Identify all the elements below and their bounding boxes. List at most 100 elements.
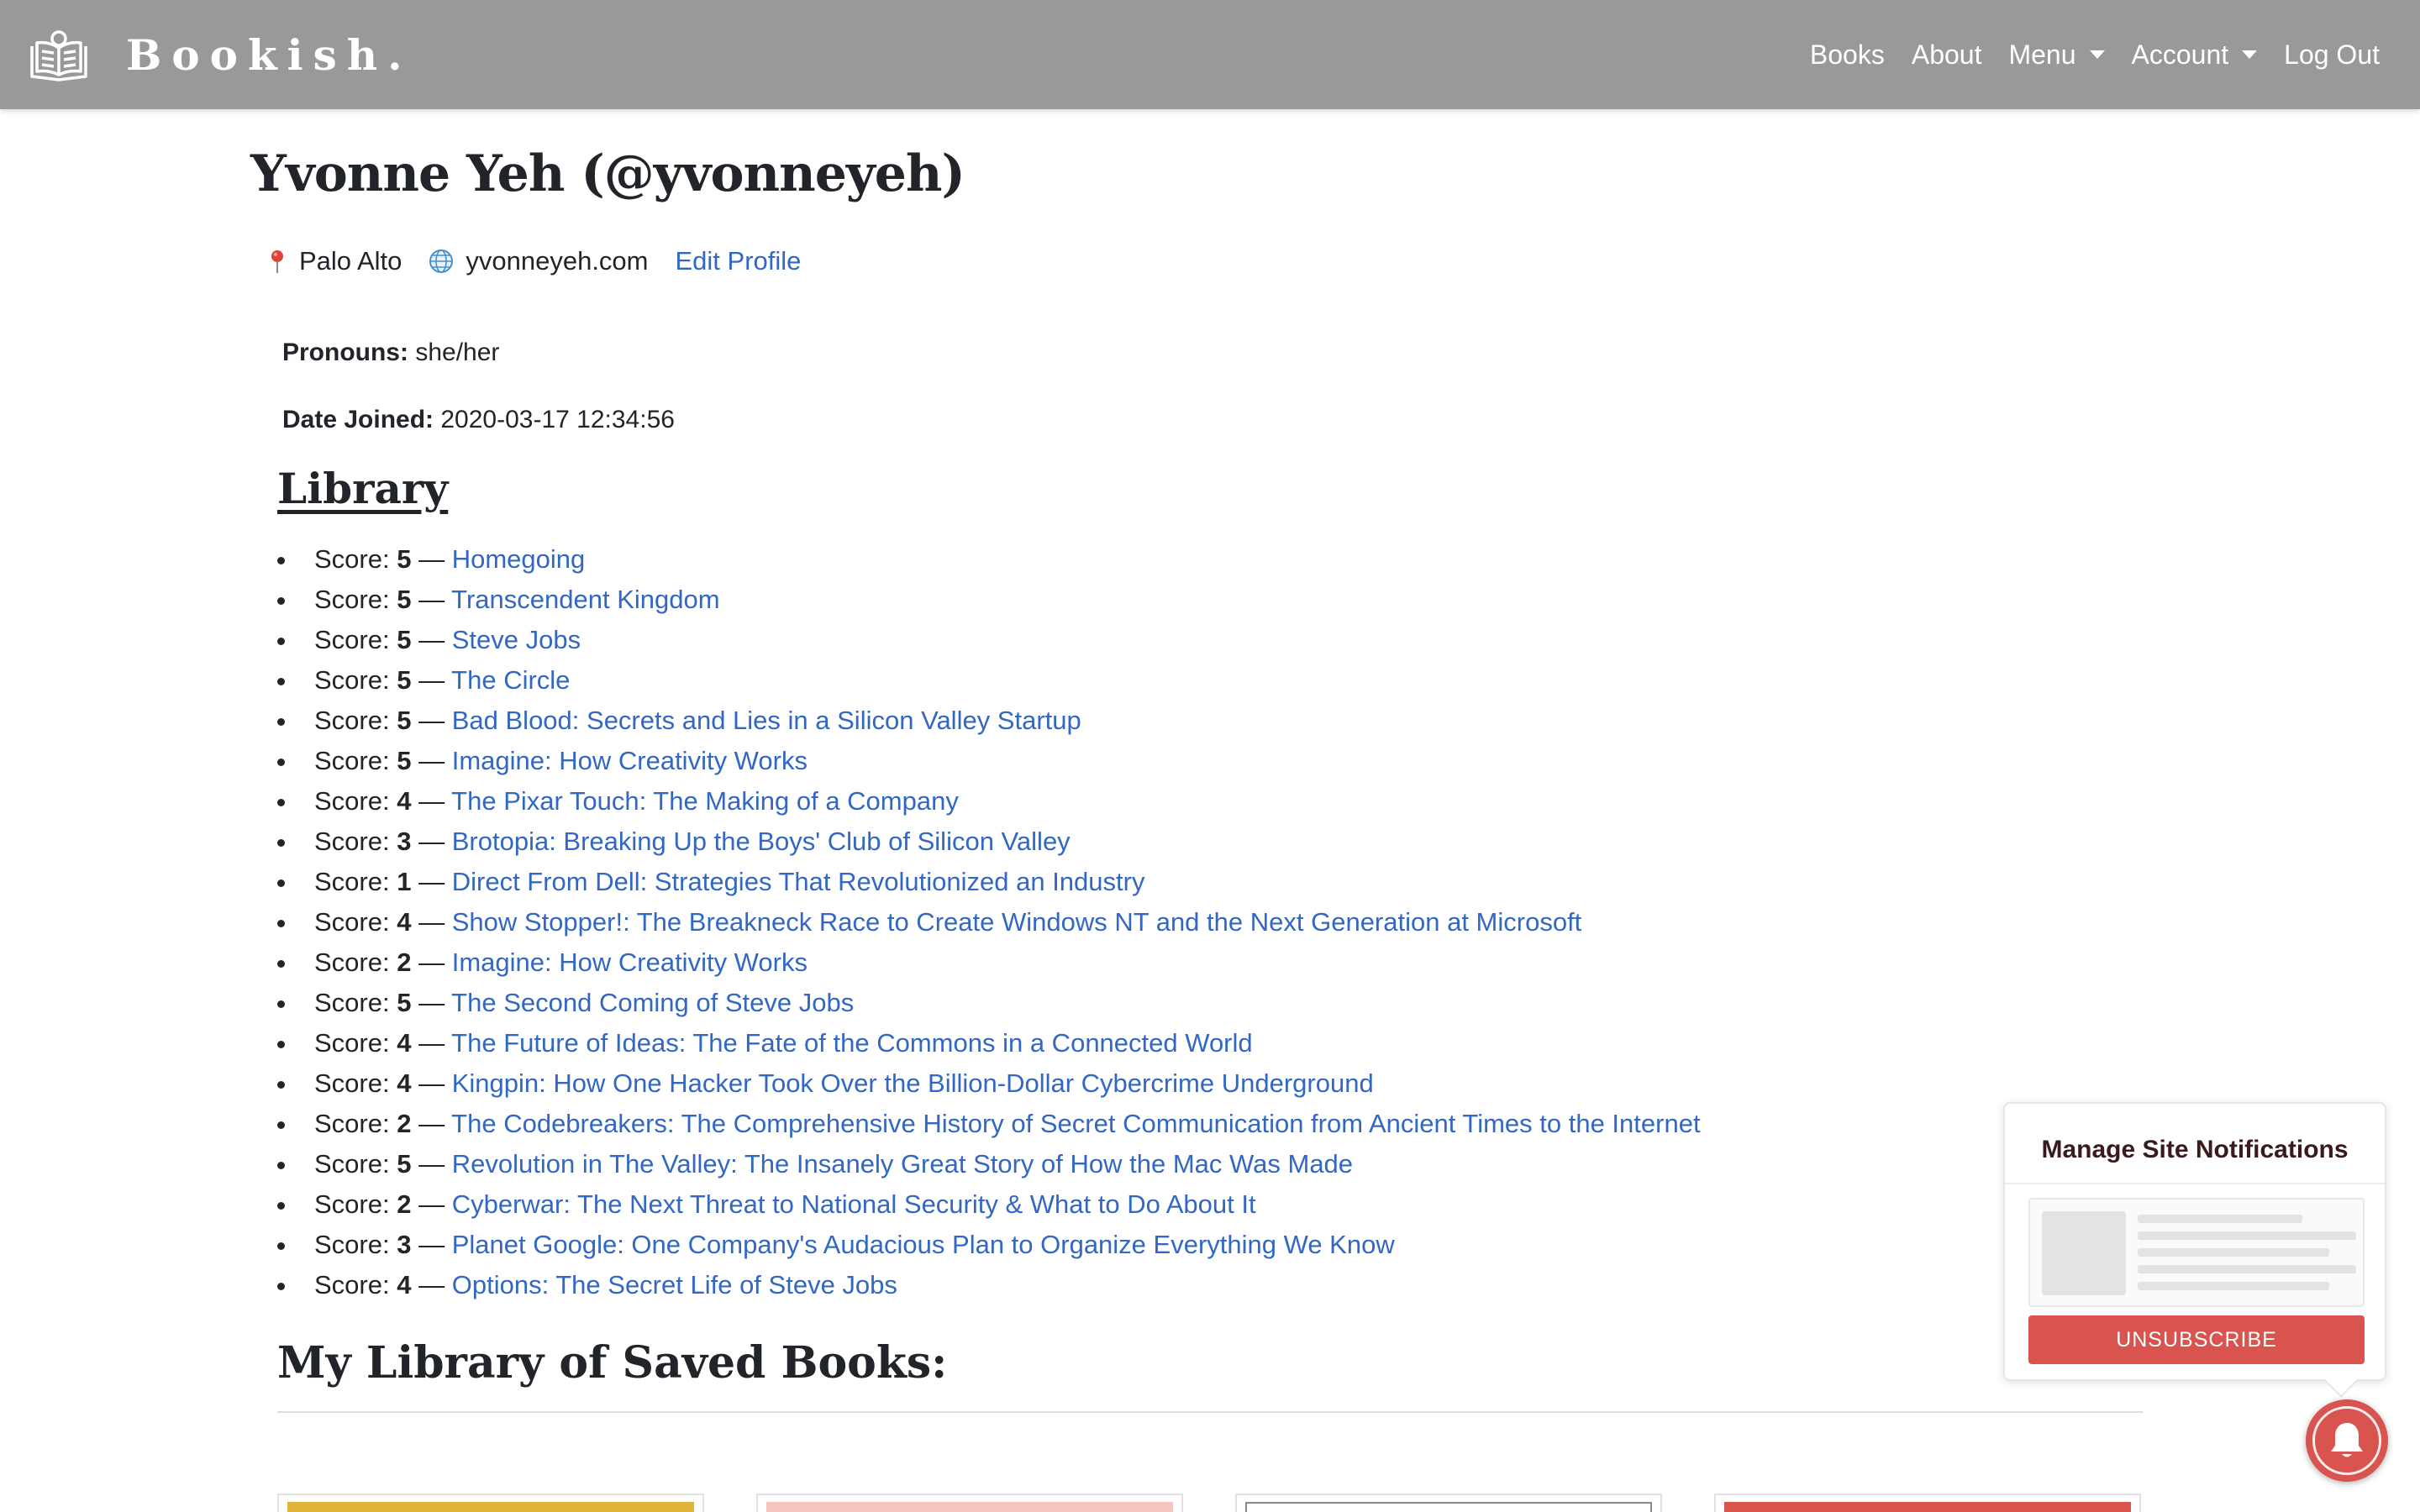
notification-preview <box>2028 1198 2365 1307</box>
nav-menu-dropdown[interactable]: Menu <box>2008 39 2105 71</box>
library-item: Score: 2 — Imagine: How Creativity Works <box>277 942 1701 983</box>
book-title-link[interactable]: Options: The Secret Life of Steve Jobs <box>452 1270 897 1299</box>
nav-menu: Books About Menu Account Log Out <box>1783 0 2380 109</box>
score-label: Score: <box>314 1109 390 1138</box>
saved-book-card[interactable] <box>1235 1494 1662 1512</box>
unsubscribe-button[interactable]: UNSUBSCRIBE <box>2028 1315 2365 1364</box>
book-title-link[interactable]: Homegoing <box>452 544 586 574</box>
book-title-link[interactable]: Bad Blood: Secrets and Lies in a Silicon… <box>452 706 1081 735</box>
nav-books-link[interactable]: Books <box>1810 39 1885 71</box>
score-value: 2 <box>397 1109 412 1138</box>
nav-about-label: About <box>1911 39 1982 70</box>
score-value: 4 <box>397 1068 412 1098</box>
library-item: Score: 2 — Cyberwar: The Next Threat to … <box>277 1184 1701 1225</box>
score-label: Score: <box>314 1028 390 1058</box>
pronouns-row: Pronouns: she/her <box>282 339 499 367</box>
score-label: Score: <box>314 706 390 735</box>
notification-divider <box>2005 1183 2385 1184</box>
book-title-link[interactable]: Steve Jobs <box>452 625 581 654</box>
score-separator: — <box>418 1109 445 1138</box>
brand-name: Bookish. <box>126 29 413 80</box>
score-value: 5 <box>397 746 412 775</box>
score-value: 3 <box>397 827 412 856</box>
book-title-link[interactable]: Cyberwar: The Next Threat to National Se… <box>452 1189 1256 1219</box>
score-label: Score: <box>314 544 390 574</box>
book-title-link[interactable]: Revolution in The Valley: The Insanely G… <box>452 1149 1353 1179</box>
nav-account-dropdown[interactable]: Account <box>2132 39 2258 71</box>
book-title-link[interactable]: The Future of Ideas: The Fate of the Com… <box>451 1028 1252 1058</box>
library-item: Score: 5 — Homegoing <box>277 539 1701 580</box>
score-separator: — <box>418 1028 445 1058</box>
score-separator: — <box>418 625 445 654</box>
score-separator: — <box>418 746 445 775</box>
nav-logout-link[interactable]: Log Out <box>2284 39 2380 71</box>
score-separator: — <box>418 665 445 695</box>
library-item: Score: 5 — The Second Coming of Steve Jo… <box>277 983 1701 1023</box>
library-item: Score: 1 — Direct From Dell: Strategies … <box>277 862 1701 902</box>
book-title-link[interactable]: Direct From Dell: Strategies That Revolu… <box>452 867 1145 896</box>
nav-menu-label: Menu <box>2008 39 2076 70</box>
score-value: 4 <box>397 1270 412 1299</box>
score-value: 5 <box>397 544 412 574</box>
score-separator: — <box>418 948 445 977</box>
score-label: Score: <box>314 827 390 856</box>
score-separator: — <box>418 1149 445 1179</box>
book-title-link[interactable]: Imagine: How Creativity Works <box>452 948 808 977</box>
book-title-link[interactable]: The Pixar Touch: The Making of a Company <box>451 786 959 816</box>
score-value: 5 <box>397 1149 412 1179</box>
book-title-link[interactable]: Show Stopper!: The Breakneck Race to Cre… <box>452 907 1582 937</box>
nav-books-label: Books <box>1809 39 1885 70</box>
brand[interactable]: Bookish. <box>27 25 413 84</box>
library-item: Score: 5 — Steve Jobs <box>277 620 1701 660</box>
library-item: Score: 3 — Planet Google: One Company's … <box>277 1225 1701 1265</box>
library-item: Score: 2 — The Codebreakers: The Compreh… <box>277 1104 1701 1144</box>
score-separator: — <box>418 907 445 937</box>
book-title-link[interactable]: The Codebreakers: The Comprehensive Hist… <box>451 1109 1700 1138</box>
nav-about-link[interactable]: About <box>1912 39 1982 71</box>
preview-thumbnail <box>2042 1211 2126 1295</box>
date-joined-label: Date Joined: <box>282 406 434 433</box>
library-item: Score: 5 — Bad Blood: Secrets and Lies i… <box>277 701 1701 741</box>
book-title-link[interactable]: Transcendent Kingdom <box>451 585 719 614</box>
saved-book-card[interactable] <box>277 1494 704 1512</box>
profile-meta: Palo Alto yvonneyeh.com Edit Profile <box>269 244 801 279</box>
saved-books-heading: My Library of Saved Books: <box>277 1337 948 1389</box>
score-label: Score: <box>314 907 390 937</box>
library-item: Score: 4 — Show Stopper!: The Breakneck … <box>277 902 1701 942</box>
score-value: 4 <box>397 786 412 816</box>
profile-website[interactable]: yvonneyeh.com <box>466 246 648 276</box>
profile-location: Palo Alto <box>299 246 402 276</box>
score-separator: — <box>418 867 445 896</box>
score-label: Score: <box>314 746 390 775</box>
score-label: Score: <box>314 1189 390 1219</box>
saved-book-card[interactable] <box>1714 1494 2141 1512</box>
book-title-link[interactable]: The Second Coming of Steve Jobs <box>451 988 854 1017</box>
score-value: 4 <box>397 1028 412 1058</box>
saved-book-card[interactable] <box>756 1494 1183 1512</box>
score-separator: — <box>418 786 445 816</box>
score-label: Score: <box>314 1068 390 1098</box>
book-title-link[interactable]: The Circle <box>451 665 570 695</box>
library-item: Score: 5 — The Circle <box>277 660 1701 701</box>
nav-logout-label: Log Out <box>2284 39 2380 70</box>
score-label: Score: <box>314 585 390 614</box>
score-value: 1 <box>397 867 412 896</box>
date-joined-value: 2020-03-17 12:34:56 <box>440 406 675 433</box>
nav-account-label: Account <box>2131 39 2229 70</box>
score-value: 5 <box>397 988 412 1017</box>
score-value: 3 <box>397 1230 412 1259</box>
score-value: 5 <box>397 665 412 695</box>
library-list: Score: 5 — Homegoing Score: 5 — Transcend… <box>277 539 1701 1305</box>
notification-title: Manage Site Notifications <box>2041 1136 2349 1163</box>
notification-bell-button[interactable] <box>2306 1399 2388 1482</box>
score-value: 2 <box>397 948 412 977</box>
edit-profile-link[interactable]: Edit Profile <box>676 246 802 276</box>
score-value: 2 <box>397 1189 412 1219</box>
book-title-link[interactable]: Imagine: How Creativity Works <box>452 746 808 775</box>
book-title-link[interactable]: Planet Google: One Company's Audacious P… <box>452 1230 1395 1259</box>
caret-down-icon <box>2089 50 2105 59</box>
book-title-link[interactable]: Kingpin: How One Hacker Took Over the Bi… <box>452 1068 1374 1098</box>
score-label: Score: <box>314 1149 390 1179</box>
score-separator: — <box>418 1068 445 1098</box>
book-title-link[interactable]: Brotopia: Breaking Up the Boys' Club of … <box>452 827 1071 856</box>
